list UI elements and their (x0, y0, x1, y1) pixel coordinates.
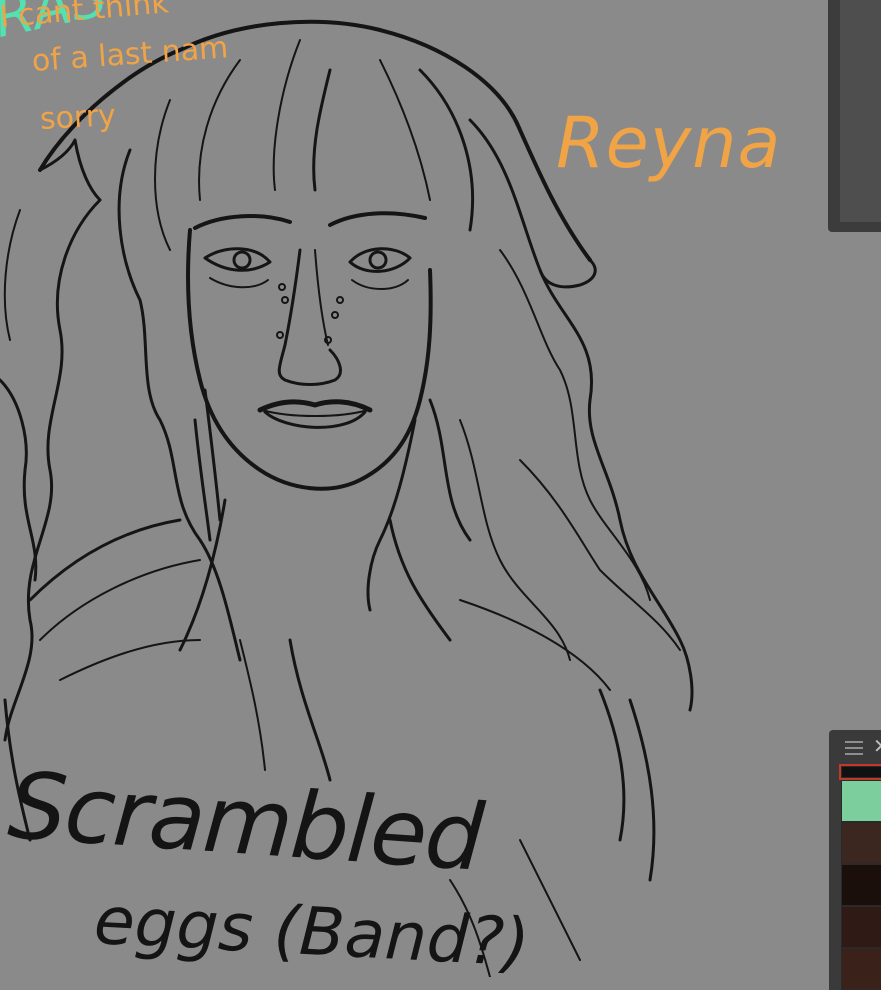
hair-stroke (272, 39, 301, 191)
hair-stroke (538, 258, 597, 289)
body-stroke (59, 639, 201, 681)
hair-stroke (418, 68, 474, 232)
color-swatch[interactable] (841, 864, 881, 906)
hair-stroke (379, 59, 431, 201)
color-swatch[interactable] (839, 764, 881, 780)
hair-stroke (519, 459, 681, 651)
body-stroke (459, 599, 611, 691)
body-stroke (288, 638, 332, 782)
hamburger-icon[interactable] (845, 741, 863, 755)
nose-stroke (314, 249, 329, 346)
eye-stroke (351, 279, 409, 290)
brow-stroke (193, 214, 292, 230)
face-stroke (193, 418, 212, 542)
body-stroke (628, 698, 656, 882)
color-swatch[interactable] (841, 780, 881, 822)
brow-stroke (328, 211, 427, 227)
body-stroke (28, 518, 182, 602)
nose-stroke (277, 248, 342, 386)
body-stroke (239, 639, 266, 771)
mouth-stroke (261, 409, 369, 417)
face-stroke (203, 388, 222, 522)
color-swatch-panel: ✕ (829, 730, 881, 990)
docked-panel-body (840, 0, 881, 222)
hair-stroke (3, 209, 21, 341)
color-swatch[interactable] (841, 822, 881, 864)
hair-stroke (459, 419, 571, 661)
hair-stroke (38, 138, 102, 202)
docked-panel (828, 0, 881, 232)
hair-stroke (428, 398, 472, 542)
hair-stroke (468, 118, 694, 712)
note-line: sorry (39, 98, 117, 137)
eye-iris (232, 250, 252, 270)
mouth-stroke (257, 399, 373, 413)
hair-stroke (312, 68, 332, 192)
body-stroke (598, 688, 626, 842)
hair-stroke (154, 99, 171, 251)
color-swatch[interactable] (841, 906, 881, 948)
face-stroke (366, 418, 417, 612)
color-swatch[interactable] (841, 948, 881, 990)
character-name-annotation: Reyna (556, 102, 782, 184)
hair-stroke (0, 378, 38, 582)
drawing-canvas[interactable]: RAS Reyna I cant think of a last nam sor… (0, 0, 881, 977)
hair-stroke (3, 198, 102, 742)
eye-iris (368, 250, 388, 270)
close-icon[interactable]: ✕ (873, 736, 881, 756)
hair-stroke (117, 148, 242, 662)
hair-stroke (198, 59, 241, 201)
body-stroke (388, 518, 452, 642)
eye-stroke (209, 277, 269, 289)
